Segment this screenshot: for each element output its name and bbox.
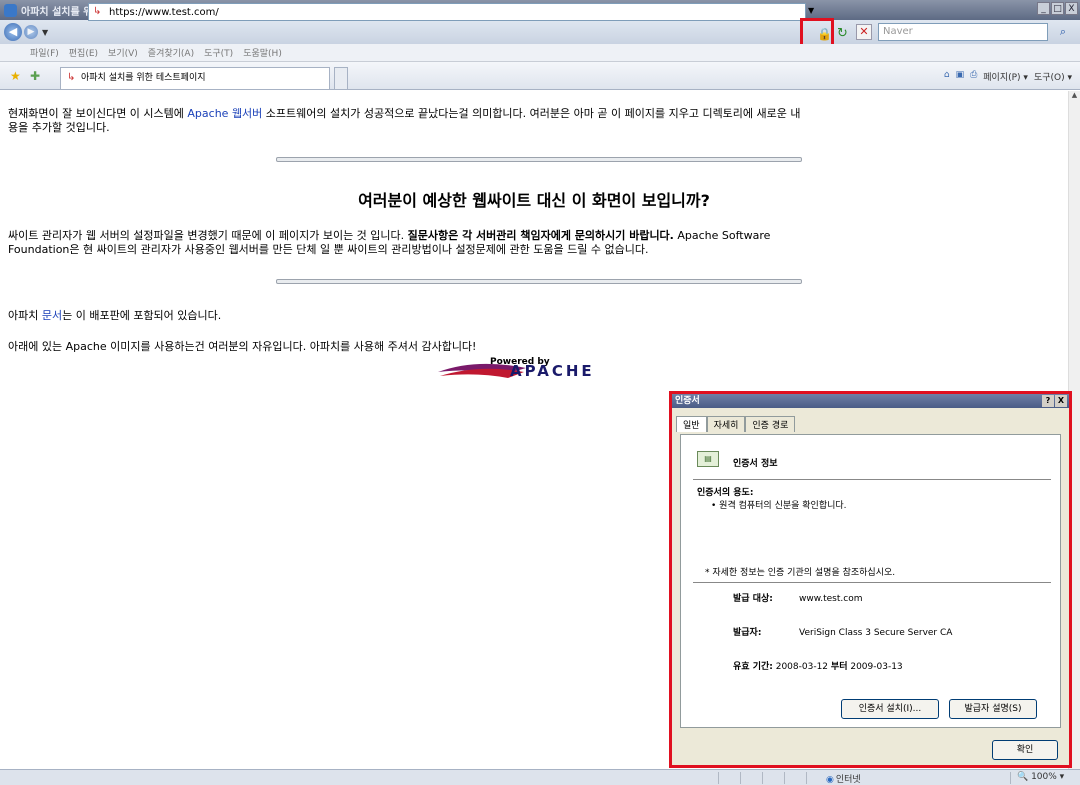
zoom-value: 100% bbox=[1031, 772, 1057, 782]
menu-view[interactable]: 보기(V) bbox=[108, 46, 138, 59]
security-zone[interactable]: ◉ 인터넷 bbox=[826, 772, 861, 785]
intro-paragraph: 현재화면이 잘 보이신다면 이 시스템에 Apache 웹서버 소프트웨어의 설… bbox=[8, 107, 1058, 135]
admin-text: 싸이트 관리자가 웹 서버의 설정파일을 변경했기 때문에 이 페이지가 보이는… bbox=[8, 229, 408, 242]
status-bar: ◉ 인터넷 🔍 100% ▾ bbox=[0, 769, 1080, 785]
ie-icon bbox=[4, 3, 17, 17]
stop-icon[interactable]: ✕ bbox=[856, 24, 872, 40]
docs-text: 아파치 bbox=[8, 309, 42, 322]
home-icon[interactable]: ⌂ bbox=[944, 70, 950, 83]
window-controls: _ □ X bbox=[1037, 2, 1078, 15]
status-segment bbox=[762, 772, 763, 784]
add-favorite-icon[interactable]: ✚ bbox=[30, 69, 40, 83]
logo-apache-text: APACHE bbox=[510, 362, 595, 380]
address-dropdown-icon[interactable]: ▼ bbox=[808, 6, 814, 15]
maximize-button[interactable]: □ bbox=[1051, 2, 1064, 15]
search-icon[interactable]: ⌕ bbox=[1053, 23, 1073, 41]
refresh-icon[interactable]: ↻ bbox=[837, 26, 848, 41]
globe-icon: ◉ bbox=[826, 775, 834, 785]
tab-active[interactable]: ↳ 아파치 설치를 위한 테스트페이지 bbox=[60, 67, 330, 89]
menu-favorites[interactable]: 즐겨찾기(A) bbox=[148, 46, 194, 59]
favorites-star-icon[interactable]: ★ bbox=[10, 69, 21, 83]
command-bar: ⌂ ▣ ⎙ 페이지(P) ▾ 도구(O) ▾ bbox=[944, 70, 1072, 83]
tab-label: 아파치 설치를 위한 테스트페이지 bbox=[81, 73, 206, 83]
forward-button[interactable]: ▶ bbox=[24, 25, 38, 39]
new-tab-button[interactable] bbox=[334, 67, 348, 89]
menu-edit[interactable]: 편집(E) bbox=[69, 46, 98, 59]
apache-link[interactable]: Apache 웹서버 bbox=[187, 107, 262, 120]
address-bar[interactable]: ↳ https://www.test.com/ bbox=[88, 3, 806, 21]
page-menu[interactable]: 페이지(P) ▾ bbox=[983, 70, 1028, 83]
zone-label: 인터넷 bbox=[835, 775, 861, 785]
zoom-level[interactable]: 🔍 100% ▾ bbox=[1017, 772, 1064, 782]
status-segment bbox=[1010, 772, 1011, 784]
divider-bottom bbox=[276, 279, 802, 284]
close-button[interactable]: X bbox=[1065, 2, 1078, 15]
page-heading: 여러분이 예상한 웹싸이트 대신 이 화면이 보입니까? bbox=[358, 191, 710, 210]
history-dropdown-icon[interactable]: ▼ bbox=[42, 28, 48, 37]
status-segment bbox=[740, 772, 741, 784]
intro-text-rest: 소프트웨어의 설치가 성공적으로 끝났다는걸 의미합니다. 여러분은 아마 곧 … bbox=[262, 107, 801, 120]
powered-by-apache-logo: Powered by APACHE bbox=[438, 357, 595, 380]
admin-paragraph: 싸이트 관리자가 웹 서버의 설정파일을 변경했기 때문에 이 페이지가 보이는… bbox=[8, 229, 1063, 257]
tab-row: ★ ✚ ↳ 아파치 설치를 위한 테스트페이지 ⌂ ▣ ⎙ 페이지(P) ▾ 도… bbox=[0, 62, 1080, 90]
tab-page-icon: ↳ bbox=[67, 72, 76, 83]
menu-tools[interactable]: 도구(T) bbox=[204, 46, 233, 59]
admin-text-rest: Apache Software bbox=[673, 229, 771, 242]
status-segment bbox=[718, 772, 719, 784]
feeds-icon[interactable]: ▣ bbox=[956, 70, 965, 83]
status-segment bbox=[784, 772, 785, 784]
tools-menu[interactable]: 도구(O) ▾ bbox=[1034, 70, 1072, 83]
admin-text-line2: Foundation은 현 싸이트의 관리자가 사용중인 웹서버를 만든 단체 … bbox=[8, 243, 649, 256]
menu-help[interactable]: 도움말(H) bbox=[243, 46, 282, 59]
scroll-up-icon[interactable]: ▲ bbox=[1069, 91, 1080, 99]
admin-text-bold: 질문사항은 각 서버관리 책임자에게 문의하시기 바랍니다. bbox=[407, 229, 674, 242]
docs-text-rest: 는 이 배포판에 포함되어 있습니다. bbox=[62, 309, 222, 322]
thanks-paragraph: 아래에 있는 Apache 이미지를 사용하는건 여러분의 자유입니다. 아파치… bbox=[8, 340, 477, 353]
page-icon: ↳ bbox=[93, 6, 102, 17]
docs-paragraph: 아파치 문서는 이 배포판에 포함되어 있습니다. bbox=[8, 309, 221, 323]
intro-text: 현재화면이 잘 보이신다면 이 시스템에 bbox=[8, 107, 188, 120]
intro-text-line2: 용을 추가할 것입니다. bbox=[8, 121, 110, 134]
divider-top bbox=[276, 157, 802, 162]
address-url[interactable]: https://www.test.com/ bbox=[109, 7, 219, 18]
menu-bar: 파일(F) 편집(E) 보기(V) 즐겨찾기(A) 도구(T) 도움말(H) bbox=[0, 44, 1080, 62]
status-segment bbox=[806, 772, 807, 784]
search-input[interactable]: Naver bbox=[878, 23, 1048, 41]
docs-link[interactable]: 문서 bbox=[42, 309, 62, 322]
menu-file[interactable]: 파일(F) bbox=[30, 46, 59, 59]
dialog-highlight bbox=[669, 391, 1072, 768]
back-button[interactable]: ◀ bbox=[4, 23, 22, 41]
print-icon[interactable]: ⎙ bbox=[970, 70, 977, 83]
minimize-button[interactable]: _ bbox=[1037, 2, 1050, 15]
